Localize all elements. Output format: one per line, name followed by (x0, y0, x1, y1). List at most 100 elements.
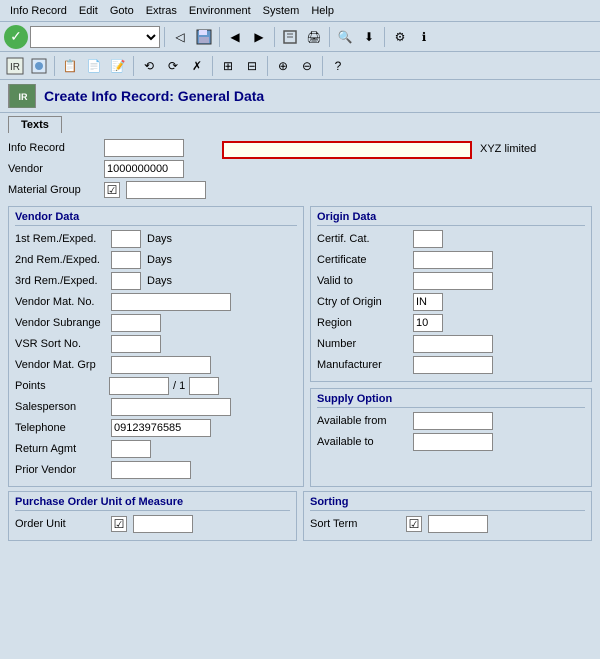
material-group-checkbox[interactable]: ☑ (104, 182, 120, 198)
valid-to-input[interactable] (413, 272, 493, 290)
info-record-input[interactable] (104, 139, 184, 157)
vendor-subrange-input[interactable] (111, 314, 161, 332)
tb2-btn10[interactable]: ⊟ (241, 55, 263, 77)
tb2-btn2[interactable] (28, 55, 50, 77)
number-input[interactable] (413, 335, 493, 353)
available-from-input[interactable] (413, 412, 493, 430)
ctry-origin-input[interactable] (413, 293, 443, 311)
rem3-unit: Days (147, 275, 237, 287)
svg-text:IR: IR (10, 62, 20, 73)
tab-texts[interactable]: Texts (8, 116, 62, 133)
settings-button[interactable]: ⚙ (389, 26, 411, 48)
sort-term-row: Sort Term ☑ (310, 515, 585, 533)
salesperson-label: Salesperson (15, 401, 105, 413)
available-to-row: Available to (317, 433, 585, 451)
tb2-btn4[interactable]: 📄 (83, 55, 105, 77)
print-button[interactable]: 🖨 (303, 26, 325, 48)
manufacturer-input[interactable] (413, 356, 493, 374)
separator5 (384, 27, 385, 47)
tb2-btn5[interactable]: 📝 (107, 55, 129, 77)
tb2-btn6[interactable]: ⟲ (138, 55, 160, 77)
rem3-label: 3rd Rem./Exped. (15, 275, 105, 287)
back-button[interactable]: ◁ (169, 26, 191, 48)
ctry-origin-row: Ctry of Origin (317, 293, 585, 311)
menu-edit[interactable]: Edit (73, 4, 104, 18)
tb2-btn7[interactable]: ⟳ (162, 55, 184, 77)
info-record-row: Info Record (8, 139, 206, 157)
vendor-subrange-row: Vendor Subrange (15, 314, 297, 332)
vsr-sort-input[interactable] (111, 335, 161, 353)
tb2-btn8[interactable]: ✗ (186, 55, 208, 77)
salesperson-row: Salesperson (15, 398, 297, 416)
material-group-row: Material Group ☑ (8, 181, 206, 199)
tb2-btn11[interactable]: ⊕ (272, 55, 294, 77)
menu-info-record[interactable]: Info Record (4, 4, 73, 18)
tb2-btn12[interactable]: ⊖ (296, 55, 318, 77)
available-from-label: Available from (317, 415, 407, 427)
vendor-mat-no-input[interactable] (111, 293, 231, 311)
vendor-input[interactable] (104, 160, 184, 178)
points-input[interactable] (109, 377, 169, 395)
find-next-button[interactable]: ⬇ (358, 26, 380, 48)
rem1-unit: Days (147, 233, 237, 245)
material-group-input[interactable] (126, 181, 206, 199)
menu-help[interactable]: Help (305, 4, 340, 18)
info-button[interactable]: ℹ (413, 26, 435, 48)
sort-term-checkbox[interactable]: ☑ (406, 516, 422, 532)
next-button[interactable]: ▶ (248, 26, 270, 48)
page-setup-button[interactable] (279, 26, 301, 48)
telephone-input[interactable] (111, 419, 211, 437)
prev-button[interactable]: ◀ (224, 26, 246, 48)
tb2-btn9[interactable]: ⊞ (217, 55, 239, 77)
available-to-input[interactable] (413, 433, 493, 451)
menu-system[interactable]: System (257, 4, 306, 18)
separator1 (164, 27, 165, 47)
tb2-help[interactable]: ? (327, 55, 349, 77)
order-unit-checkbox[interactable]: ☑ (111, 516, 127, 532)
sort-term-input[interactable] (428, 515, 488, 533)
vendor-mat-grp-row: Vendor Mat. Grp (15, 356, 297, 374)
telephone-label: Telephone (15, 422, 105, 434)
manufacturer-row: Manufacturer (317, 356, 585, 374)
certificate-input[interactable] (413, 251, 493, 269)
menu-goto[interactable]: Goto (104, 4, 140, 18)
tb2-btn3[interactable]: 📋 (59, 55, 81, 77)
return-agmt-input[interactable] (111, 440, 151, 458)
region-row: Region (317, 314, 585, 332)
separator8 (212, 56, 213, 76)
prior-vendor-input[interactable] (111, 461, 191, 479)
command-dropdown[interactable] (30, 26, 160, 48)
region-input[interactable] (413, 314, 443, 332)
secondary-toolbar: IR 📋 📄 📝 ⟲ ⟳ ✗ ⊞ ⊟ ⊕ ⊖ ? (0, 52, 600, 80)
menu-extras[interactable]: Extras (140, 4, 183, 18)
supply-option-panel: Supply Option Available from Available t… (310, 388, 592, 487)
points-row: Points / 1 (15, 377, 297, 395)
vsr-sort-row: VSR Sort No. (15, 335, 297, 353)
certif-cat-input[interactable] (413, 230, 443, 248)
main-toolbar: ✓ ◁ ◀ ▶ 🖨 🔍 ⬇ ⚙ ℹ (0, 22, 600, 52)
menu-environment[interactable]: Environment (183, 4, 257, 18)
salesperson-input[interactable] (111, 398, 231, 416)
vendor-mat-no-row: Vendor Mat. No. (15, 293, 297, 311)
page-title: Create Info Record: General Data (44, 88, 264, 104)
find-button[interactable]: 🔍 (334, 26, 356, 48)
region-label: Region (317, 317, 407, 329)
rem1-input[interactable] (111, 230, 141, 248)
tb2-btn1[interactable]: IR (4, 55, 26, 77)
rem3-input[interactable] (111, 272, 141, 290)
vendor-name: XYZ limited (480, 141, 536, 155)
number-row: Number (317, 335, 585, 353)
vendor-mat-grp-input[interactable] (111, 356, 211, 374)
rem2-input[interactable] (111, 251, 141, 269)
points-unit-input[interactable] (189, 377, 219, 395)
vendor-subrange-label: Vendor Subrange (15, 317, 105, 329)
check-button[interactable]: ✓ (4, 25, 28, 49)
separator9 (267, 56, 268, 76)
tabs-bar: Texts (0, 113, 600, 133)
order-unit-input[interactable] (133, 515, 193, 533)
info-record-required-input[interactable] (222, 141, 472, 159)
origin-data-title: Origin Data (317, 211, 585, 226)
prior-vendor-label: Prior Vendor (15, 464, 105, 476)
save-button[interactable] (193, 26, 215, 48)
order-unit-label: Order Unit (15, 518, 105, 530)
